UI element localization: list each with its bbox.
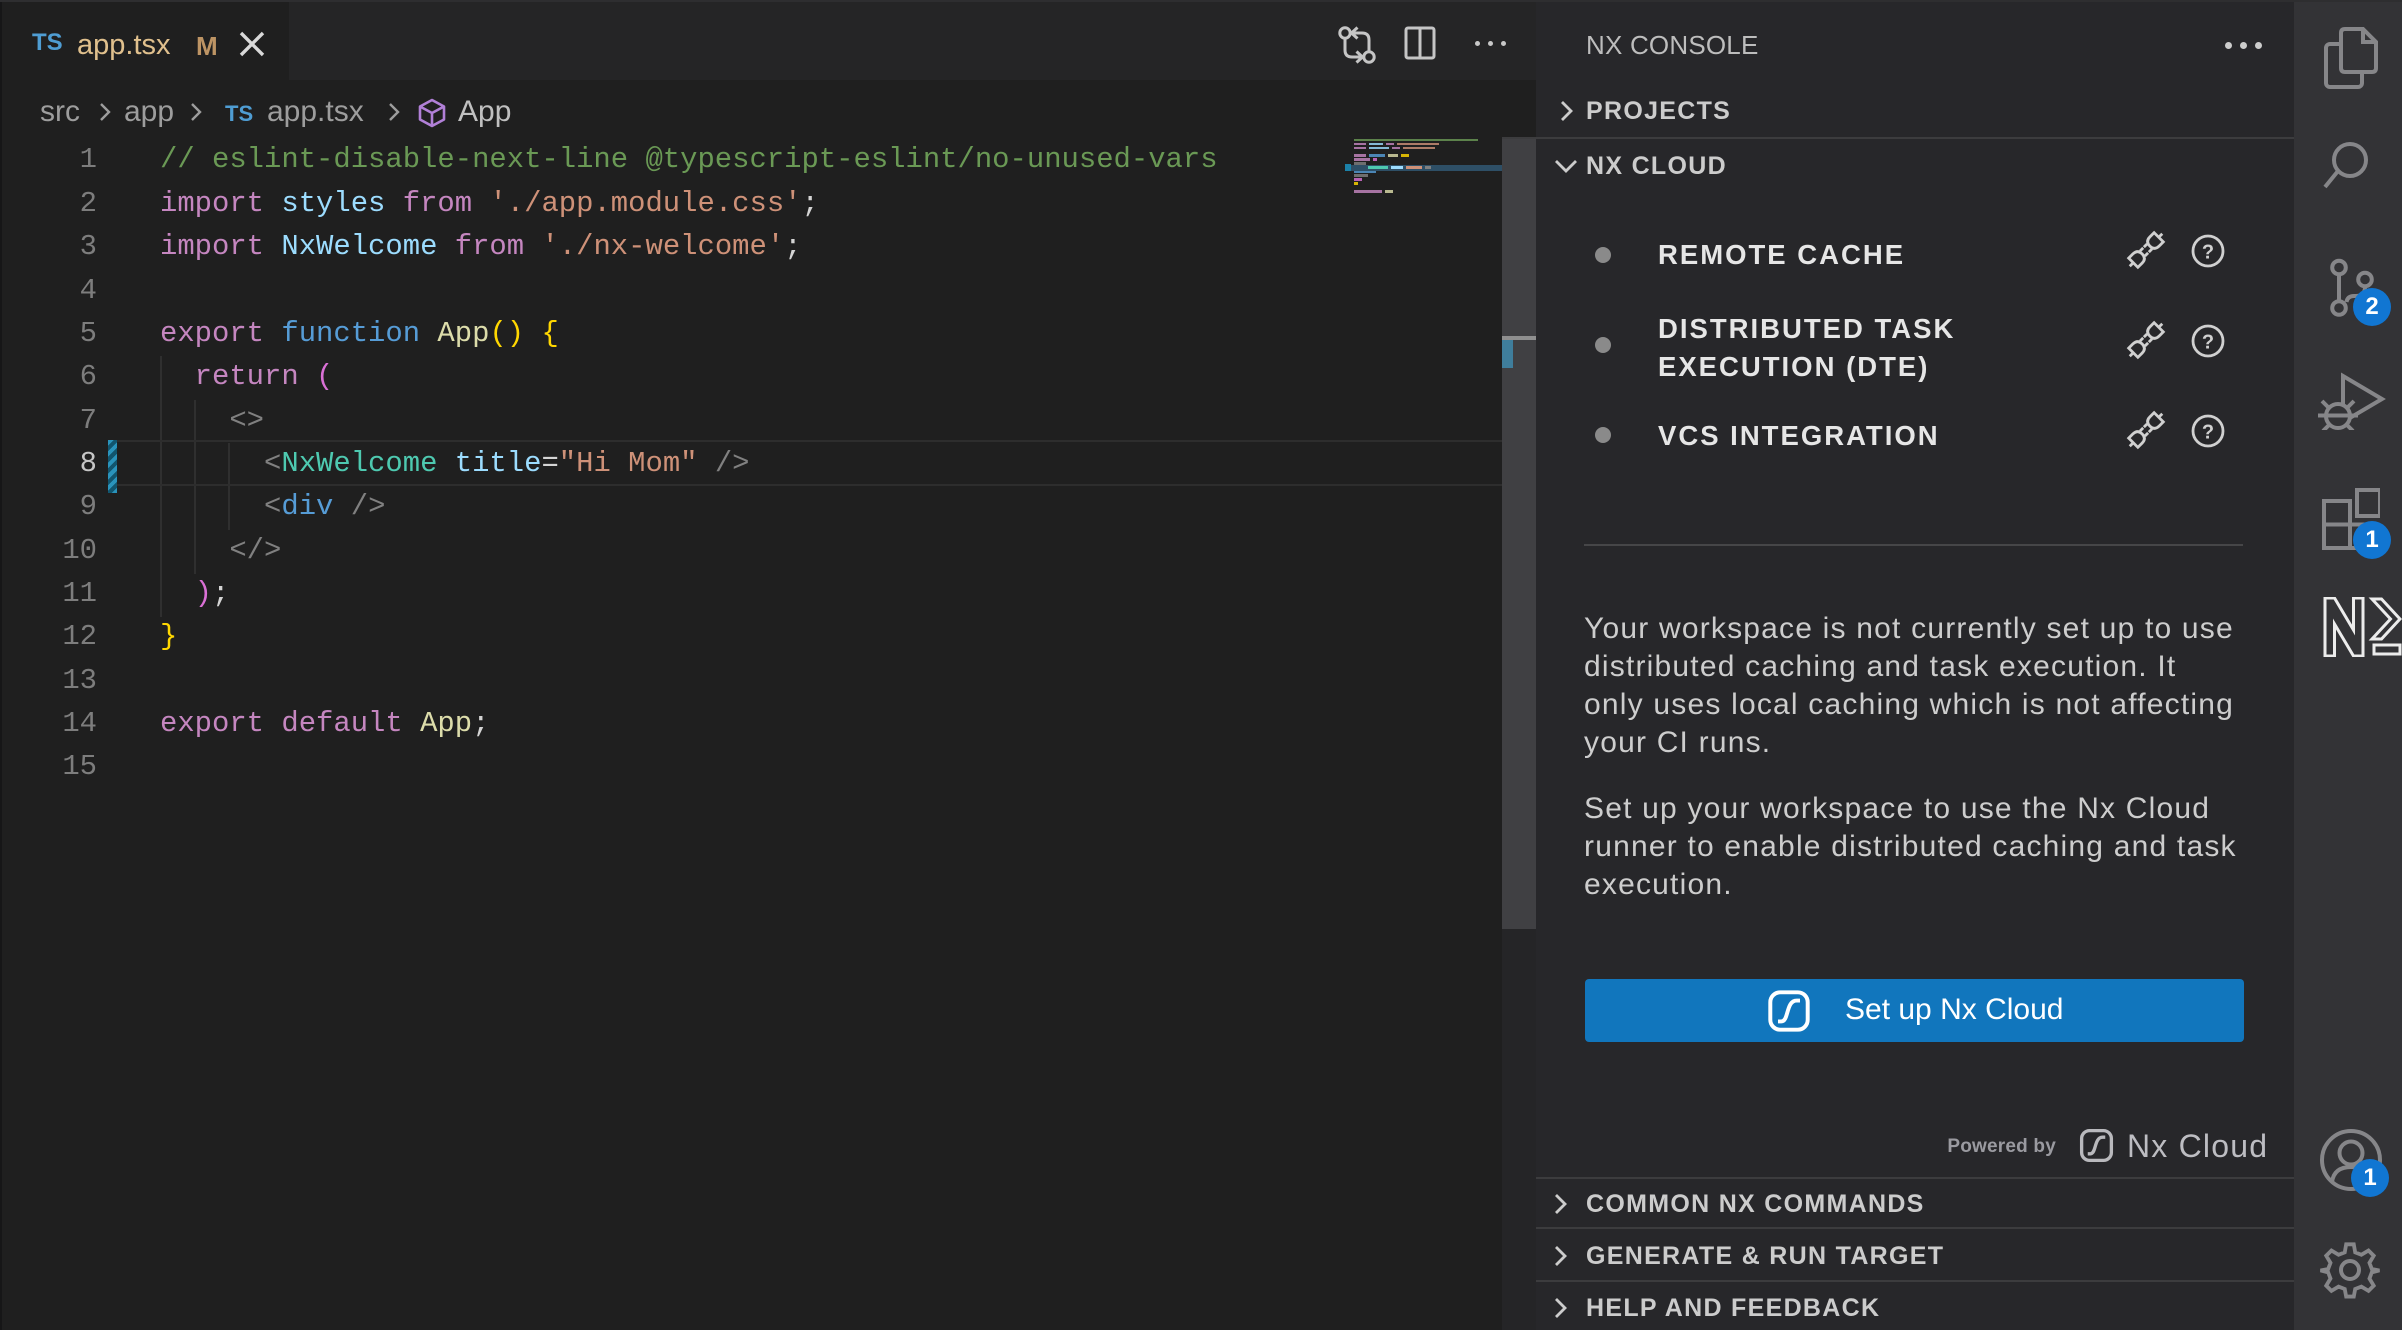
svg-text:?: ? <box>2202 242 2214 264</box>
svg-text:?: ? <box>2202 422 2214 444</box>
svg-text:?: ? <box>2202 332 2214 354</box>
